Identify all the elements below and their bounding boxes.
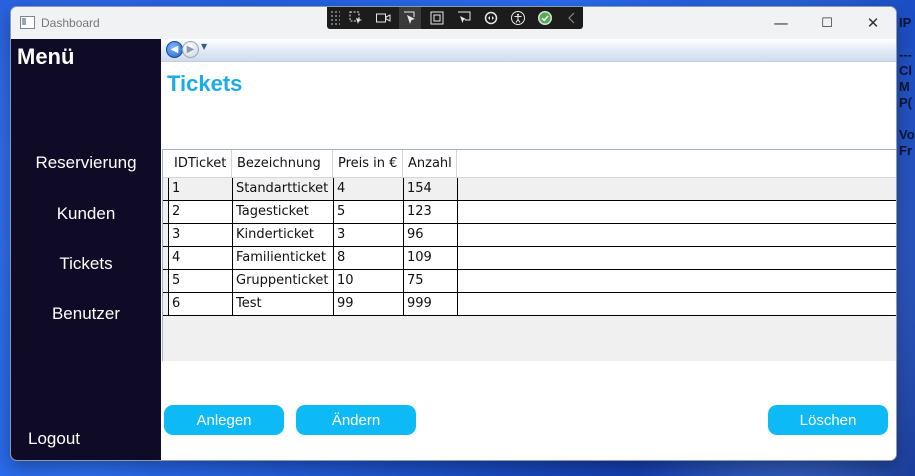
- table-cell[interactable]: 96: [403, 224, 458, 246]
- create-button[interactable]: Anlegen: [164, 405, 284, 435]
- logout-button[interactable]: Logout: [28, 429, 80, 449]
- table-cell[interactable]: 5: [168, 270, 232, 292]
- table-cell[interactable]: Tagesticket: [232, 201, 333, 223]
- sidebar: Menü Reservierung Kunden Tickets Benutze…: [11, 39, 161, 460]
- close-button[interactable]: ✕: [850, 7, 896, 39]
- table-cell[interactable]: 154: [403, 178, 458, 200]
- video-icon[interactable]: [372, 7, 394, 29]
- forward-arrow-icon[interactable]: ▶: [182, 41, 199, 58]
- table-cell[interactable]: 1: [168, 178, 232, 200]
- sidebar-item-reservierung[interactable]: Reservierung: [11, 153, 161, 173]
- track-focus-icon[interactable]: [453, 7, 475, 29]
- table-cell[interactable]: 3: [333, 224, 403, 246]
- delete-button[interactable]: Löschen: [768, 405, 888, 435]
- accessibility-icon[interactable]: [507, 7, 529, 29]
- table-row[interactable]: 4 Familienticket 8 109: [163, 247, 896, 270]
- desktop-side-text: IP --- Cl M P( Vo Fr: [899, 0, 915, 159]
- column-header-idticket[interactable]: IDTicket: [169, 150, 232, 177]
- table-cell[interactable]: 75: [403, 270, 458, 292]
- tickets-table[interactable]: IDTicket Bezeichnung Preis in € Anzahl 1…: [162, 149, 896, 361]
- maximize-button[interactable]: ☐: [804, 7, 850, 39]
- table-row[interactable]: 3 Kinderticket 3 96: [163, 224, 896, 247]
- history-dropdown-icon[interactable]: ▼: [201, 42, 207, 51]
- page-title: Tickets: [167, 71, 243, 96]
- table-cell[interactable]: 999: [403, 293, 458, 315]
- table-cell[interactable]: 123: [403, 201, 458, 223]
- column-header-bezeichnung[interactable]: Bezeichnung: [232, 150, 333, 177]
- back-arrow-icon[interactable]: ◀: [166, 41, 183, 58]
- desktop-text-line: Fr: [899, 143, 912, 158]
- table-cell[interactable]: 8: [333, 247, 403, 269]
- hot-reload-icon[interactable]: [480, 7, 502, 29]
- table-cell[interactable]: Familienticket: [232, 247, 333, 269]
- window-title: Dashboard: [41, 16, 100, 30]
- sidebar-item-benutzer[interactable]: Benutzer: [11, 304, 161, 324]
- desktop-text-line: ---: [899, 47, 912, 62]
- table-cell[interactable]: 3: [168, 224, 232, 246]
- table-cell[interactable]: Standartticket: [232, 178, 333, 200]
- table-cell[interactable]: Gruppenticket: [232, 270, 333, 292]
- navigation-bar: ◀ ▶ ▼: [161, 39, 896, 62]
- debug-toolbar: [327, 7, 583, 29]
- desktop-text-line: Vo: [899, 127, 915, 142]
- desktop-text-line: IP: [899, 15, 912, 30]
- desktop-text-line: M: [899, 79, 910, 94]
- title-bar[interactable]: Dashboard — ☐ ✕: [11, 7, 896, 39]
- check-icon[interactable]: [534, 7, 556, 29]
- sidebar-item-tickets[interactable]: Tickets: [11, 254, 161, 274]
- column-header-anzahl[interactable]: Anzahl: [403, 150, 457, 177]
- table-cell[interactable]: 4: [168, 247, 232, 269]
- table-cell[interactable]: Kinderticket: [232, 224, 333, 246]
- table-cell[interactable]: Test: [232, 293, 333, 315]
- select-element-icon[interactable]: [345, 7, 367, 29]
- menu-title: Menü: [17, 44, 75, 69]
- minimize-button[interactable]: —: [758, 7, 804, 39]
- table-cell[interactable]: 2: [168, 201, 232, 223]
- table-cell[interactable]: 10: [333, 270, 403, 292]
- edit-button[interactable]: Ändern: [296, 405, 416, 435]
- table-row[interactable]: 2 Tagesticket 5 123: [163, 201, 896, 224]
- table-row[interactable]: 6 Test 99 999: [163, 293, 896, 316]
- table-row[interactable]: 1 Standartticket 4 154: [163, 178, 896, 201]
- desktop-text-line: Cl: [899, 63, 912, 78]
- sidebar-item-kunden[interactable]: Kunden: [11, 204, 161, 224]
- main-content: ◀ ▶ ▼ Tickets IDTicket Bezeichnung Preis…: [161, 39, 896, 460]
- pointer-icon[interactable]: [399, 7, 421, 29]
- table-header: IDTicket Bezeichnung Preis in € Anzahl: [163, 150, 896, 178]
- layout-adorner-icon[interactable]: [426, 7, 448, 29]
- table-cell[interactable]: 6: [168, 293, 232, 315]
- table-cell[interactable]: 4: [333, 178, 403, 200]
- collapse-chevron-icon[interactable]: [561, 7, 583, 29]
- table-row[interactable]: 5 Gruppenticket 10 75: [163, 270, 896, 293]
- grip-handle-icon[interactable]: [330, 10, 340, 26]
- column-header-preis[interactable]: Preis in €: [333, 150, 403, 177]
- table-cell[interactable]: 5: [333, 201, 403, 223]
- app-window: Dashboard — ☐ ✕ Menü Reservierung Kunden…: [10, 6, 897, 461]
- desktop-text-line: P(: [899, 95, 912, 110]
- table-cell[interactable]: 109: [403, 247, 458, 269]
- app-icon: [20, 16, 35, 29]
- table-cell[interactable]: 99: [333, 293, 403, 315]
